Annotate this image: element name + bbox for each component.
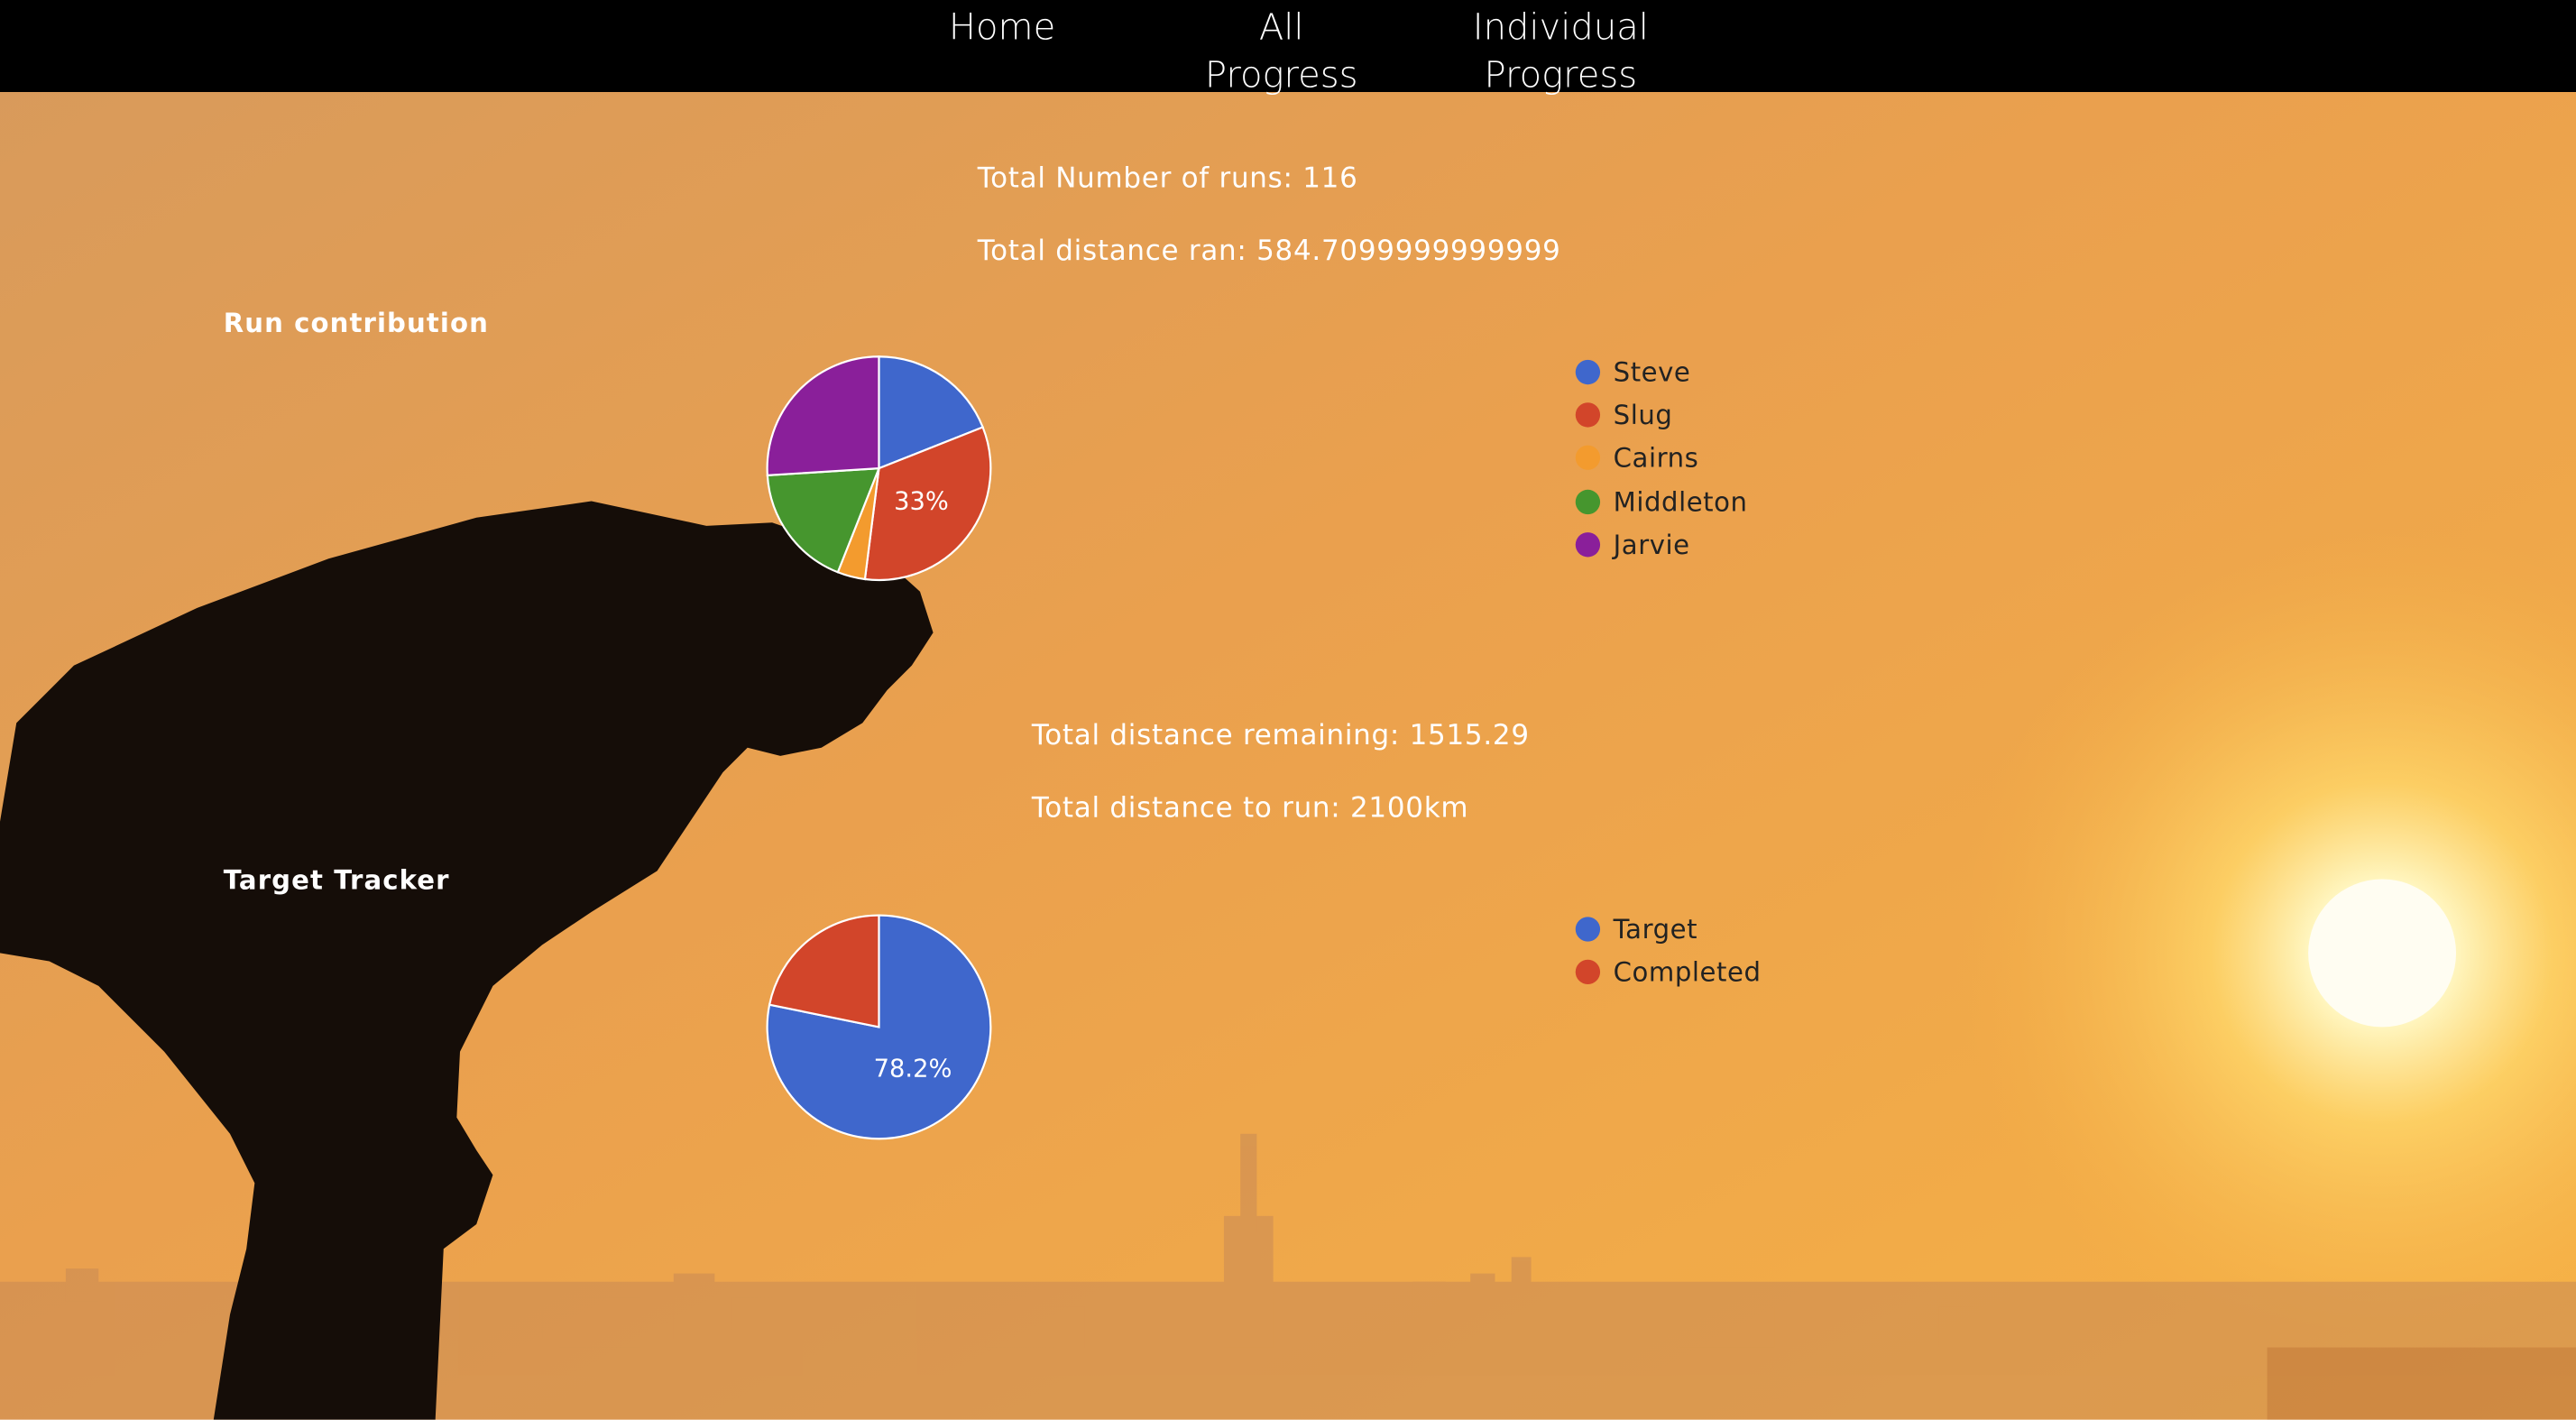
legend-swatch-slug [1575, 402, 1601, 428]
legend-swatch-target [1575, 916, 1601, 942]
target-tracker-title: Target Tracker [223, 864, 450, 896]
target-tracker-legend: Target Completed [1575, 907, 1762, 993]
target-tracker-pie-chart: 78.2% [766, 914, 992, 1140]
legend-label-cairns: Cairns [1613, 442, 1699, 474]
legend-item-target[interactable]: Target [1575, 907, 1762, 950]
legend-item-slug[interactable]: Slug [1575, 393, 1748, 437]
run-contribution-legend: Steve Slug Cairns Middleton Jarvie [1575, 350, 1748, 567]
legend-label-steve: Steve [1613, 355, 1691, 388]
legend-item-cairns[interactable]: Cairns [1575, 437, 1748, 480]
nav-link-all-progress[interactable]: All Progress [1174, 5, 1388, 100]
top-navigation-bar: Home All Progress Individual Progress [0, 0, 2576, 97]
legend-label-completed: Completed [1613, 955, 1762, 988]
legend-item-jarvie[interactable]: Jarvie [1575, 523, 1748, 567]
legend-swatch-steve [1575, 359, 1601, 384]
total-distance-text: Total distance ran: 584.7099999999999 [977, 235, 1561, 268]
legend-swatch-jarvie [1575, 531, 1601, 558]
legend-label-slug: Slug [1613, 399, 1673, 431]
nav-link-individual-progress[interactable]: Individual Progress [1446, 5, 1676, 100]
background-sunset-photo [0, 0, 2576, 1420]
pie-slice-label-slug: 33% [894, 488, 949, 516]
legend-item-middleton[interactable]: Middleton [1575, 480, 1748, 523]
legend-swatch-cairns [1575, 446, 1601, 471]
legend-label-jarvie: Jarvie [1613, 529, 1690, 560]
run-contribution-pie-chart: 33% [766, 355, 992, 582]
legend-item-steve[interactable]: Steve [1575, 350, 1748, 393]
legend-swatch-middleton [1575, 488, 1601, 514]
run-contribution-title: Run contribution [223, 307, 489, 339]
total-runs-text: Total Number of runs: 116 [977, 162, 1358, 196]
pie-slice-label-target: 78.2% [874, 1056, 952, 1083]
legend-swatch-completed [1575, 959, 1601, 984]
distance-remaining-text: Total distance remaining: 1515.29 [1031, 719, 1530, 753]
legend-label-target: Target [1613, 913, 1698, 945]
pie-slice-jarvie[interactable] [766, 355, 880, 477]
nav-link-home[interactable]: Home [920, 5, 1084, 52]
legend-label-middleton: Middleton [1613, 485, 1748, 517]
legend-item-completed[interactable]: Completed [1575, 950, 1762, 993]
distance-to-run-text: Total distance to run: 2100km [1031, 791, 1469, 825]
